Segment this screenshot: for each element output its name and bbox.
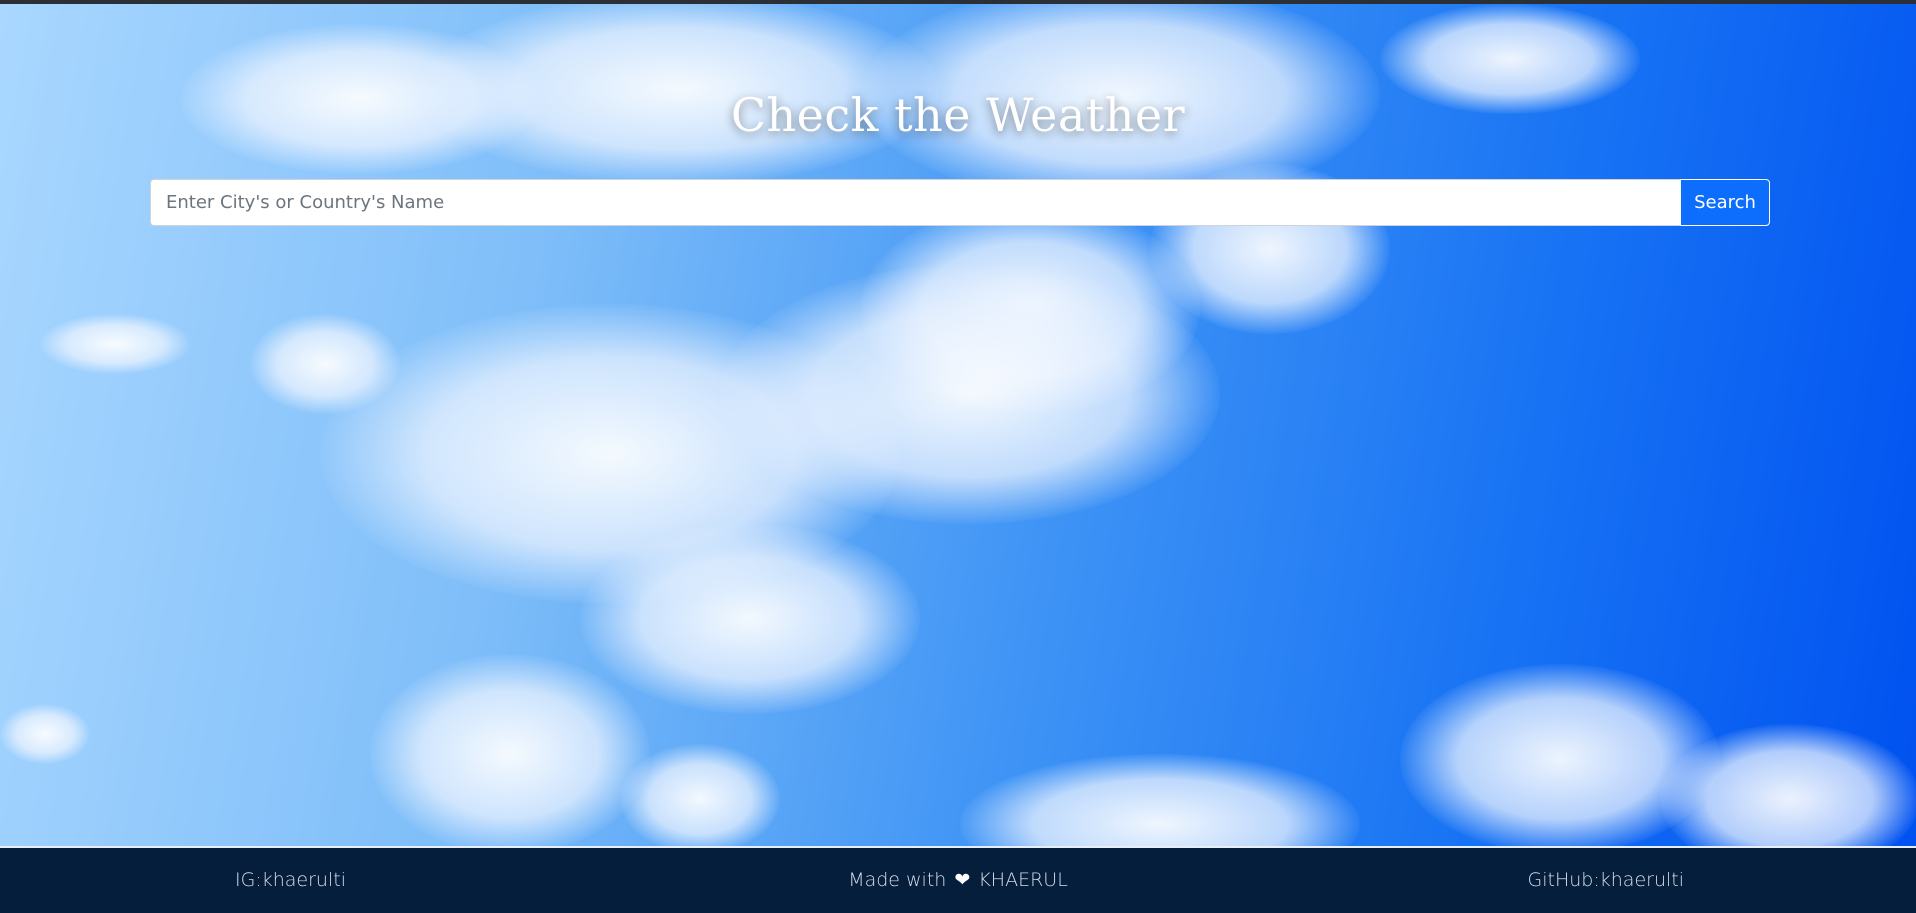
cloud	[720, 264, 1220, 524]
credit-prefix: Made with	[848, 869, 947, 891]
cloud	[0, 704, 90, 764]
cloud	[580, 524, 920, 714]
heart-icon: ❤	[954, 869, 971, 891]
github-link[interactable]: GitHub:khaerulti	[1528, 869, 1684, 891]
page-title: Check the Weather	[730, 88, 1186, 142]
search-input[interactable]	[150, 179, 1680, 226]
credit-author: KHAERUL	[978, 869, 1068, 891]
search-button[interactable]: Search	[1680, 179, 1770, 226]
cloud	[40, 314, 190, 374]
search-form: Search	[150, 179, 1770, 226]
cloud	[370, 654, 650, 847]
footer: IG:khaerulti Made with ❤ KHAERUL GitHub:…	[0, 848, 1916, 913]
cloud	[620, 744, 780, 847]
cloud	[250, 314, 400, 414]
cloud	[960, 754, 1360, 847]
